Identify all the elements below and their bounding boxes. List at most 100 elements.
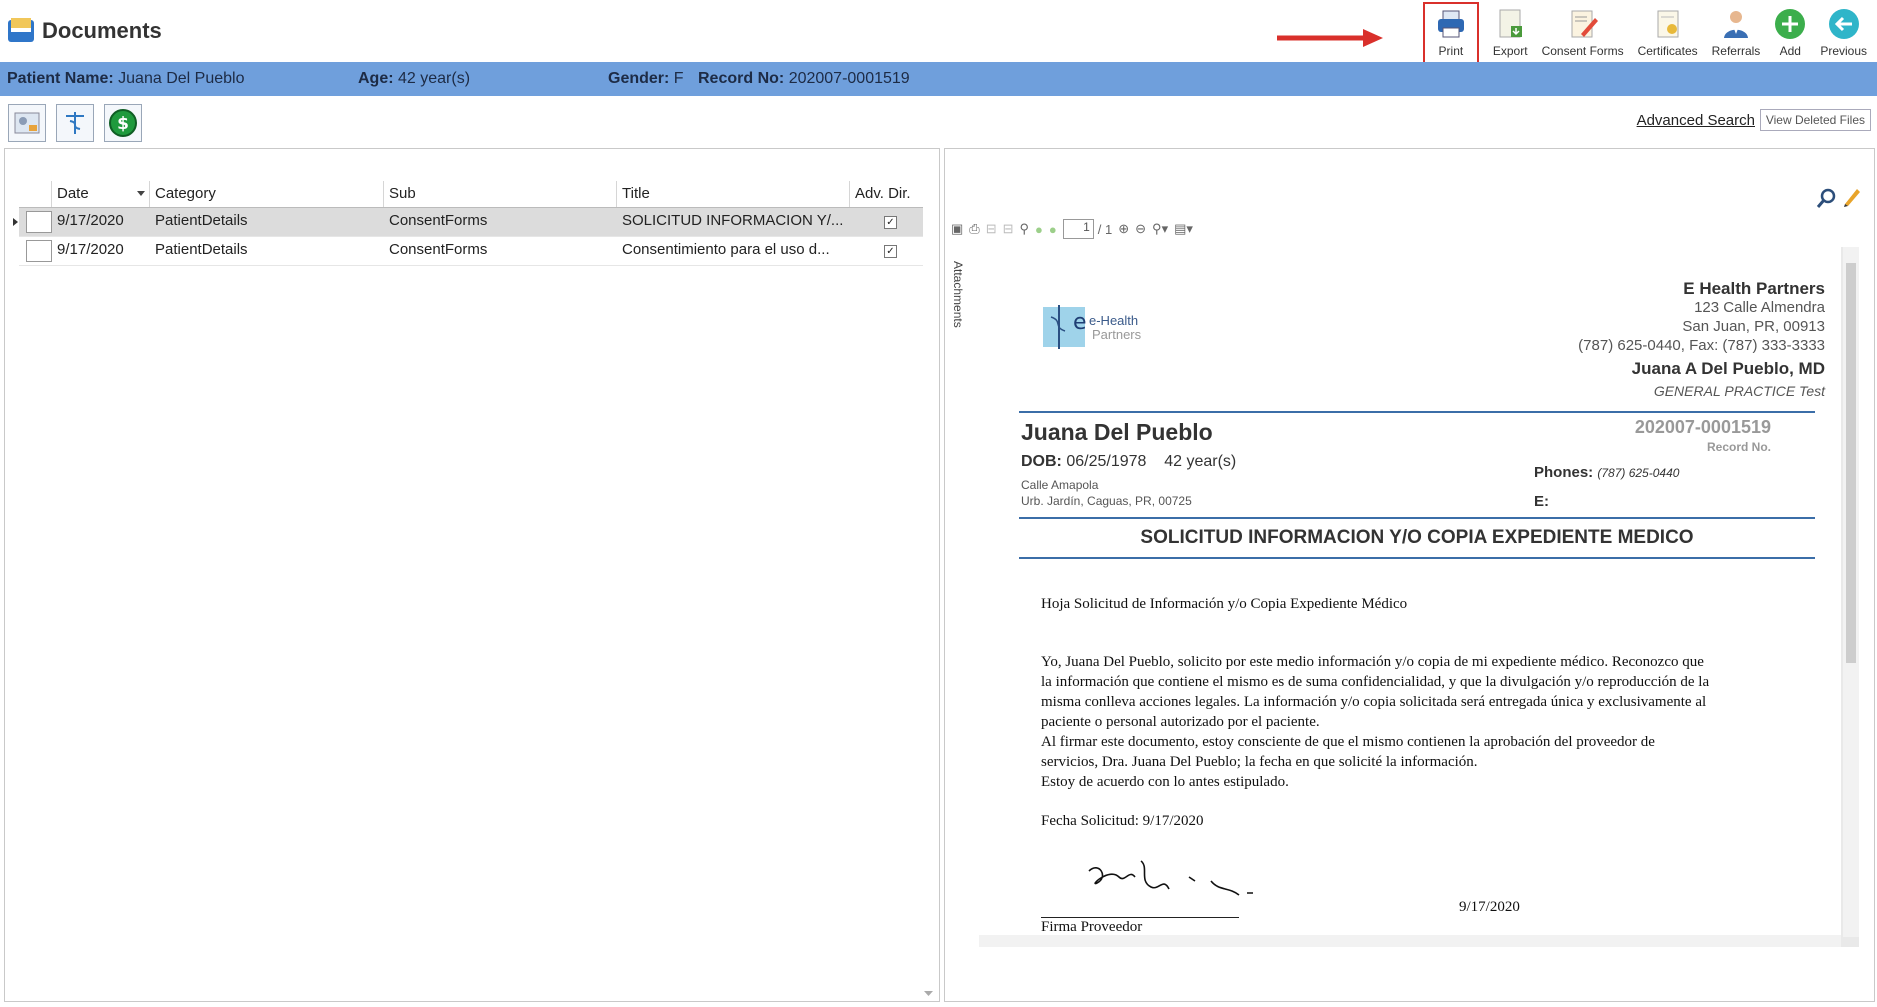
doc-phones: Phones: (787) 625-0440 [1534,464,1680,481]
referrals-button[interactable]: Referrals [1711,4,1761,60]
document-vertical-scrollbar[interactable] [1843,247,1859,937]
view-deleted-files-button[interactable]: View Deleted Files [1759,109,1871,131]
export-label: Export [1492,44,1528,58]
signature-line [1041,917,1239,918]
cell-category: PatientDetails [155,241,248,258]
last-page-icon[interactable]: ⊟ [1003,221,1014,237]
svg-text:e: e [1073,310,1087,335]
column-sub[interactable]: Sub [389,185,416,202]
zoom-dropdown-icon[interactable]: ⚲▾ [1152,221,1168,237]
document-canvas: e e-Health Partners E Health Partners 12… [979,247,1859,947]
documents-icon [8,18,34,42]
medical-caduceus-button[interactable] [56,104,94,142]
document-preview-panel: ▣ ⎙ ⊟ ⊟ ⚲ ● ● 1 / 1 ⊕ ⊖ ⚲▾ ▤▾ Attachment… [944,148,1875,1002]
scroll-down-icon[interactable] [924,991,933,997]
body-line: Yo, Juana Del Pueblo, solicito por este … [1041,654,1704,670]
billing-button[interactable]: $ [104,104,142,142]
doc-record-label: Record No. [1706,440,1771,454]
print-preview-icon[interactable]: ⎙ [969,221,979,237]
previous-label: Previous [1820,44,1867,58]
find-binoculars-icon[interactable]: ⚲ [1020,221,1030,237]
doc-request-date: Fecha Solicitud: 9/17/2020 [1041,813,1204,829]
consent-form-icon [1571,10,1598,38]
row-pointer-icon [13,218,18,226]
first-page-icon[interactable]: ⊟ [986,221,997,237]
document-page: e e-Health Partners E Health Partners 12… [979,247,1841,937]
row-selector[interactable] [26,240,52,262]
page-number-input[interactable]: 1 [1062,219,1094,239]
certificates-label: Certificates [1637,44,1698,58]
thumbnails-icon[interactable]: ▣ [951,221,963,237]
grid-header: Date Category Sub Title Adv. Dir. [19,181,923,208]
add-button[interactable]: Add [1774,4,1806,60]
heading-rule [1019,557,1815,559]
adv-dir-checkbox[interactable]: ✓ [884,216,897,229]
cell-sub: ConsentForms [389,212,488,229]
dollar-icon: $ [109,109,137,137]
doctor-name: Juana A Del Pueblo, MD [1631,359,1825,378]
practice-address-2: San Juan, PR, 00913 [1682,318,1825,335]
body-line: la información que contiene el mismo es … [1041,674,1710,690]
red-arrow-annotation [1277,29,1383,47]
sort-down-icon[interactable] [137,191,145,197]
patient-age-field: Age: 42 year(s) [358,70,471,87]
advanced-search-link[interactable]: Advanced Search [1637,112,1755,129]
column-date[interactable]: Date [57,185,89,202]
column-adv-dir[interactable]: Adv. Dir. [855,185,911,202]
zoom-in-icon[interactable]: ⊕ [1118,221,1129,237]
patient-record-field: Record No: 202007-0001519 [698,70,910,87]
zoom-out-icon[interactable]: ⊖ [1135,221,1146,237]
patient-gender-field: Gender: F [608,70,684,87]
app-title: Documents [42,18,162,43]
title-bar: Documents Print Export Consent Forms Cer… [0,0,1877,64]
table-row[interactable]: 9/17/2020 PatientDetails ConsentForms Co… [19,237,923,266]
doc-record-no: 202007-0001519 [1634,417,1771,437]
previous-button[interactable]: Previous [1820,4,1867,60]
doc-dob-line: DOB: 06/25/1978 42 year(s) [1021,453,1237,470]
row-selector[interactable] [26,211,52,233]
add-label: Add [1779,44,1801,58]
documents-list-panel: Date Category Sub Title Adv. Dir. 9/17/2… [4,148,940,1002]
patient-card-button[interactable] [8,104,46,142]
header-rule [1019,411,1815,413]
practice-address-1: 123 Calle Almendra [1694,299,1825,316]
documents-grid: Date Category Sub Title Adv. Dir. 9/17/2… [13,181,923,266]
page-down-icon[interactable]: ● [1049,222,1057,237]
doctor-specialty: GENERAL PRACTICE Test [1653,383,1825,399]
patient-name-field: Patient Name: Juana Del Pueblo [7,70,245,87]
toolbar: Print Export Consent Forms Certificates … [1409,2,1867,64]
page-up-icon[interactable]: ● [1035,222,1043,237]
print-button[interactable]: Print [1422,2,1479,64]
column-category[interactable]: Category [155,185,216,202]
back-arrow-icon [1828,9,1859,39]
logo-subtext: Partners [1092,327,1142,342]
doc-subtitle: Hoja Solicitud de Información y/o Copia … [1041,596,1408,612]
certificates-button[interactable]: Certificates [1638,4,1698,60]
cell-date: 9/17/2020 [57,212,124,229]
column-title[interactable]: Title [622,185,650,202]
add-icon [1775,9,1806,39]
body-line: misma conlleva acciones legales. La info… [1041,694,1707,710]
patient-card-icon [14,112,40,134]
patient-info-bar: Patient Name: Juana Del Pueblo Age: 42 y… [0,62,1877,96]
logo-text: e-Health [1089,313,1139,328]
referrals-label: Referrals [1711,44,1761,58]
cell-date: 9/17/2020 [57,241,124,258]
consent-forms-label: Consent Forms [1541,44,1624,58]
page-total: / 1 [1097,221,1113,237]
practice-header: E Health Partners 123 Calle Almendra San… [1578,279,1825,401]
doc-city: Urb. Jardín, Caguas, PR, 00725 [1021,494,1192,508]
adv-dir-checkbox[interactable]: ✓ [884,245,897,258]
document-horizontal-scrollbar[interactable] [979,935,1841,947]
export-button[interactable]: Export [1493,4,1528,60]
cell-category: PatientDetails [155,212,248,229]
attachments-tab[interactable]: Attachments [951,261,965,328]
doc-sign-date: 9/17/2020 [1459,899,1520,915]
consent-forms-button[interactable]: Consent Forms [1542,4,1624,60]
pencil-icon[interactable] [1842,185,1862,207]
svg-text:$: $ [117,114,129,134]
table-row[interactable]: 9/17/2020 PatientDetails ConsentForms SO… [13,208,923,237]
viewer-toolbar: ▣ ⎙ ⊟ ⊟ ⚲ ● ● 1 / 1 ⊕ ⊖ ⚲▾ ▤▾ [951,219,1199,239]
page-layout-icon[interactable]: ▤▾ [1174,221,1193,237]
search-icon[interactable] [1816,187,1838,209]
